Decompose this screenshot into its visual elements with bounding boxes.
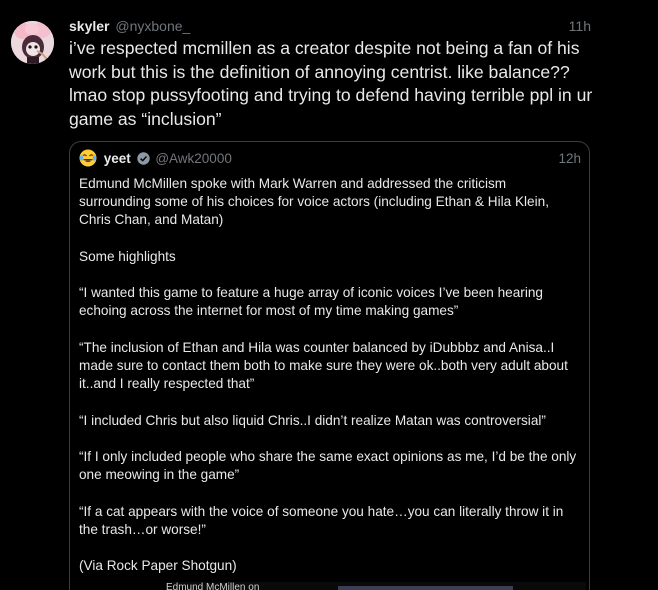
tweet[interactable]: skyler @nyxbone_ 11h i’ve respected mcmi… [0, 0, 658, 590]
user-handle[interactable]: @nyxbone_ [115, 18, 190, 34]
quote-paragraph: “I wanted this game to feature a huge ar… [79, 285, 543, 319]
quote-paragraph: “The inclusion of Ethan and Hila was cou… [79, 339, 568, 392]
quote-paragraph: “I included Chris but also liquid Chris.… [79, 412, 546, 428]
quote-body: Edmund McMillen spoke with Mark Warren a… [79, 175, 579, 590]
tweet-timestamp[interactable]: 11h [569, 17, 591, 35]
media-caption: Edmund McMillen on [166, 582, 260, 590]
quote-paragraph: “If I only included people who share the… [79, 448, 577, 483]
laughing-tears-emoji-icon [79, 149, 97, 167]
quote-paragraph: (Via Rock Paper Shotgun) [79, 558, 237, 574]
quote-tweet-card[interactable]: yeet @Awk20000 12h Edmund McMillen spoke… [69, 141, 590, 590]
quote-user-handle[interactable]: @Awk20000 [155, 151, 232, 166]
quote-paragraph: Some highlights [79, 248, 176, 264]
quote-paragraph: “If a cat appears with the voice of some… [79, 503, 564, 537]
quote-display-name[interactable]: yeet [104, 151, 131, 166]
quote-header: yeet @Awk20000 12h [79, 149, 581, 169]
tweet-header: skyler @nyxbone_ 11h [69, 17, 591, 35]
quote-timestamp[interactable]: 12h [558, 149, 581, 169]
quote-media-preview[interactable]: Edmund McMillen on [166, 582, 586, 590]
avatar[interactable] [11, 21, 54, 64]
media-thumbnail-bar [338, 586, 513, 590]
quote-paragraph: Edmund McMillen spoke with Mark Warren a… [79, 176, 549, 228]
avatar-image [11, 21, 54, 64]
display-name[interactable]: skyler [69, 18, 109, 34]
verified-badge-icon [136, 151, 150, 165]
tweet-text: i’ve respected mcmillen as a creator des… [69, 38, 593, 129]
